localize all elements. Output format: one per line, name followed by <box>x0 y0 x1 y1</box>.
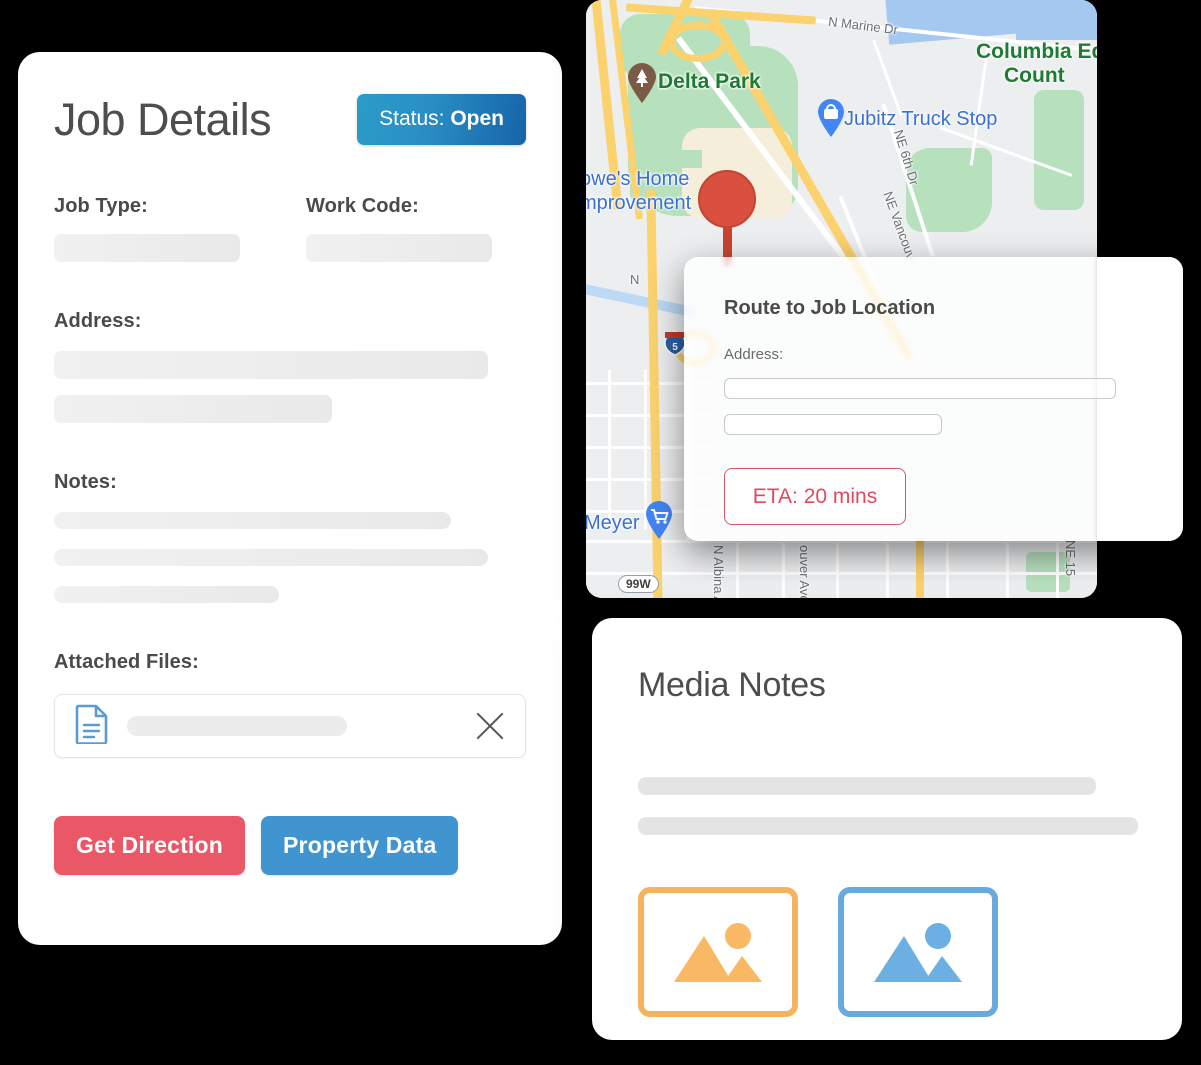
address-line-1-placeholder[interactable] <box>54 351 488 379</box>
grid-bottom-v-2 <box>782 535 785 598</box>
green-east-2 <box>1034 90 1084 210</box>
grid-bottom-v-4 <box>886 535 889 598</box>
grid-bottom-h-2 <box>586 572 1097 575</box>
grid-bottom-v-3 <box>836 535 839 598</box>
property-data-button[interactable]: Property Data <box>261 816 459 875</box>
eta-button[interactable]: ETA: 20 mins <box>724 468 906 525</box>
slough-left <box>586 282 696 318</box>
grid-bottom-v-1 <box>736 535 739 598</box>
job-type-workcode-row: Job Type: Work Code: <box>54 195 526 262</box>
image-icon <box>674 923 762 982</box>
address-label: Address: <box>54 310 142 332</box>
work-code-label: Work Code: <box>306 195 419 217</box>
job-type-value-placeholder[interactable] <box>54 234 240 262</box>
route-address-input-2[interactable] <box>724 414 942 435</box>
status-badge-value: Open <box>450 107 504 130</box>
road-east-1 <box>872 39 903 117</box>
highway-99w-shield: 99W <box>618 575 659 593</box>
close-icon[interactable] <box>473 709 507 743</box>
green-small-mid <box>682 150 702 168</box>
document-icon <box>75 704 109 749</box>
notes-line-2-placeholder <box>54 549 488 566</box>
notes-line-1-placeholder <box>54 512 451 529</box>
image-thumbnail-orange[interactable] <box>638 887 798 1017</box>
grid-bottom-v-5 <box>946 535 949 598</box>
delta-park-pin[interactable] <box>626 62 658 109</box>
address-line-2-placeholder[interactable] <box>54 395 332 423</box>
notes-group: Notes: <box>54 471 526 603</box>
job-type-group: Job Type: <box>54 195 240 262</box>
media-notes-title: Media Notes <box>638 666 826 704</box>
highway-loop <box>668 22 728 62</box>
job-details-card: Job Details Status: Open Job Type: Work … <box>18 52 562 945</box>
get-direction-button[interactable]: Get Direction <box>54 816 246 875</box>
map-label-county: Count <box>1004 64 1065 87</box>
job-location-pin[interactable] <box>698 170 756 266</box>
page-title: Job Details <box>54 94 272 145</box>
address-group: Address: <box>54 310 526 423</box>
job-type-label: Job Type: <box>54 195 148 217</box>
svg-text:5: 5 <box>672 342 678 353</box>
work-code-group: Work Code: <box>306 195 492 262</box>
water-body-right <box>1016 0 1097 40</box>
status-badge-prefix: Status: <box>379 107 445 130</box>
notes-line-3-placeholder <box>54 586 279 603</box>
media-thumbnail-row <box>638 887 1136 1017</box>
notes-label: Notes: <box>54 471 117 493</box>
attached-files-label: Attached Files: <box>54 651 199 673</box>
screenshot-stage: Job Details Status: Open Job Type: Work … <box>0 0 1201 1059</box>
grid-bottom-v-7 <box>1056 535 1059 598</box>
map-label-meyer: Meyer <box>586 512 640 534</box>
attached-file-row[interactable] <box>54 694 526 758</box>
route-popup-title: Route to Job Location <box>724 297 936 319</box>
image-thumbnail-blue[interactable] <box>838 887 998 1017</box>
work-code-value-placeholder[interactable] <box>306 234 492 262</box>
meyer-pin[interactable] <box>644 500 674 545</box>
action-button-row: Get Direction Property Data <box>54 816 526 875</box>
grid-v-1 <box>608 370 611 530</box>
attached-files-group: Attached Files: <box>54 651 526 758</box>
interstate-5-shield: 5 <box>664 330 686 356</box>
image-icon <box>874 923 962 982</box>
job-details-header: Job Details Status: Open <box>54 94 526 145</box>
status-badge[interactable]: Status: Open <box>357 94 526 145</box>
media-note-line-2-placeholder <box>638 817 1138 835</box>
grid-bottom-v-6 <box>1006 535 1009 598</box>
jubitz-pin[interactable] <box>816 98 846 143</box>
route-address-label: Address: <box>724 346 784 363</box>
highway-vertical-right <box>916 538 924 598</box>
media-note-line-1-placeholder <box>638 777 1096 795</box>
map-label-n: N <box>630 272 640 287</box>
route-popup-card[interactable]: Route to Job Location Address: ETA: 20 m… <box>684 257 1183 541</box>
attached-file-name-placeholder <box>127 716 347 736</box>
route-address-input-1[interactable] <box>724 378 1116 399</box>
media-notes-card: Media Notes <box>592 618 1182 1040</box>
